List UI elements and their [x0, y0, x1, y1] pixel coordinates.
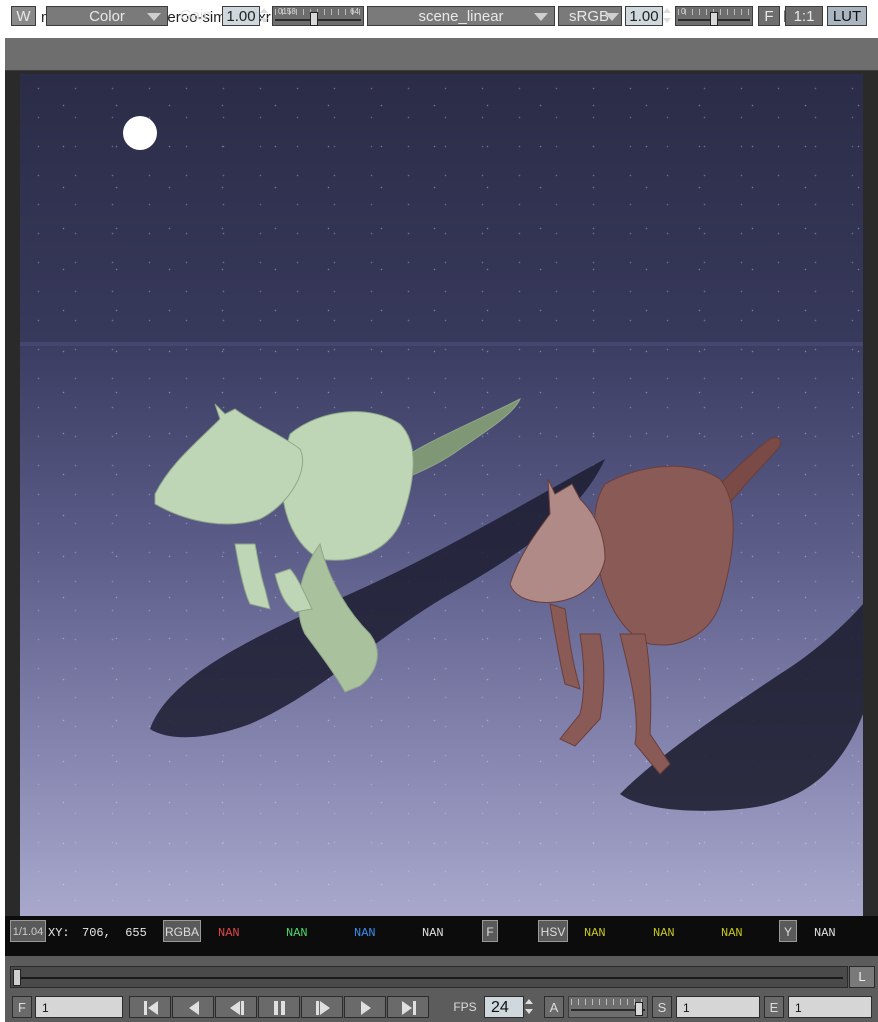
- loop-button[interactable]: L: [849, 966, 875, 988]
- gamma-slider-thumb[interactable]: [710, 12, 718, 26]
- skip-start-button[interactable]: [129, 996, 171, 1018]
- fps-input[interactable]: 24: [484, 996, 524, 1018]
- timeline-thumb[interactable]: [13, 969, 21, 986]
- f-toggle-button[interactable]: F: [758, 6, 780, 26]
- gamma-slider[interactable]: 0: [675, 6, 753, 26]
- luminance-value: NAN: [814, 926, 836, 940]
- play-forward-button[interactable]: [301, 996, 343, 1018]
- frame-input[interactable]: 1: [35, 996, 123, 1018]
- volume-slider-thumb[interactable]: [635, 1002, 643, 1016]
- pause-button[interactable]: [258, 996, 300, 1018]
- gain-label: Gain: [180, 7, 212, 24]
- timeline-rail: [15, 977, 843, 979]
- hue-value: NAN: [584, 926, 606, 940]
- channel-dropdown-value: Color: [89, 8, 125, 25]
- step-back-icon: [189, 1001, 199, 1015]
- step-forward-button[interactable]: [344, 996, 386, 1018]
- skip-start-icon: [144, 1001, 158, 1015]
- blue-value: NAN: [354, 926, 376, 940]
- step-back-button[interactable]: [172, 996, 214, 1018]
- gamma-slider-min-label: 0: [681, 7, 686, 16]
- display-dropdown-value: sRGB: [569, 8, 610, 25]
- start-frame-input[interactable]: 1: [676, 996, 760, 1018]
- zoom-indicator[interactable]: 1/1.04: [10, 920, 46, 942]
- volume-slider[interactable]: [568, 996, 648, 1018]
- gamma-input[interactable]: 1.00: [625, 6, 663, 26]
- play-back-button[interactable]: [215, 996, 257, 1018]
- gain-input[interactable]: 1.00: [222, 6, 260, 26]
- chevron-down-icon: [147, 13, 161, 21]
- lut-button[interactable]: LUT: [827, 6, 867, 26]
- timeline-slider[interactable]: [10, 966, 848, 988]
- gain-slider-thumb[interactable]: [310, 12, 319, 26]
- gain-slider-max-label: 64: [350, 7, 359, 16]
- saturation-value: NAN: [653, 926, 675, 940]
- frame-button[interactable]: F: [12, 996, 32, 1018]
- chevron-down-icon: [534, 13, 548, 21]
- display-dropdown[interactable]: sRGB: [558, 6, 622, 26]
- ratio-button[interactable]: 1:1: [785, 6, 823, 26]
- skip-end-icon: [402, 1001, 416, 1015]
- gamma-spinner-icon[interactable]: [663, 6, 671, 26]
- xy-coordinates: 706, 655: [82, 926, 147, 940]
- rgba-button[interactable]: RGBA: [163, 920, 201, 942]
- end-frame-button[interactable]: E: [764, 996, 784, 1018]
- play-back-icon: [230, 1001, 244, 1015]
- input-color-space-value: scene_linear: [418, 8, 504, 25]
- fps-spinner-icon[interactable]: [525, 997, 533, 1017]
- xy-label: XY:: [48, 926, 70, 940]
- w-button[interactable]: W: [11, 6, 36, 26]
- luminance-button[interactable]: Y: [779, 920, 797, 942]
- status-f-button[interactable]: F: [482, 920, 498, 942]
- image-viewport[interactable]: [20, 74, 863, 916]
- hsv-button[interactable]: HSV: [538, 920, 568, 942]
- input-color-space-dropdown[interactable]: scene_linear: [367, 6, 555, 26]
- channel-dropdown[interactable]: Color: [46, 6, 168, 26]
- fps-label: FPS: [446, 996, 484, 1018]
- start-frame-button[interactable]: S: [652, 996, 672, 1018]
- gain-slider-min-label: 0158: [278, 7, 296, 16]
- volume-slider-rail: [571, 1009, 645, 1011]
- play-forward-icon: [316, 1001, 330, 1015]
- gain-slider[interactable]: 0158 64: [272, 6, 364, 26]
- chevron-down-icon: [605, 13, 619, 21]
- step-forward-icon: [361, 1001, 371, 1015]
- value-value: NAN: [721, 926, 743, 940]
- alpha-value: NAN: [422, 926, 444, 940]
- volume-slider-ticks: [571, 999, 645, 1005]
- gain-spinner-icon[interactable]: [260, 6, 268, 26]
- top-toolbar: [5, 38, 878, 71]
- pause-icon: [274, 1001, 285, 1015]
- audio-button[interactable]: A: [544, 996, 564, 1018]
- skip-end-button[interactable]: [387, 996, 429, 1018]
- rendered-scene: [150, 397, 863, 811]
- green-value: NAN: [286, 926, 308, 940]
- end-frame-input[interactable]: 1: [788, 996, 872, 1018]
- red-value: NAN: [218, 926, 240, 940]
